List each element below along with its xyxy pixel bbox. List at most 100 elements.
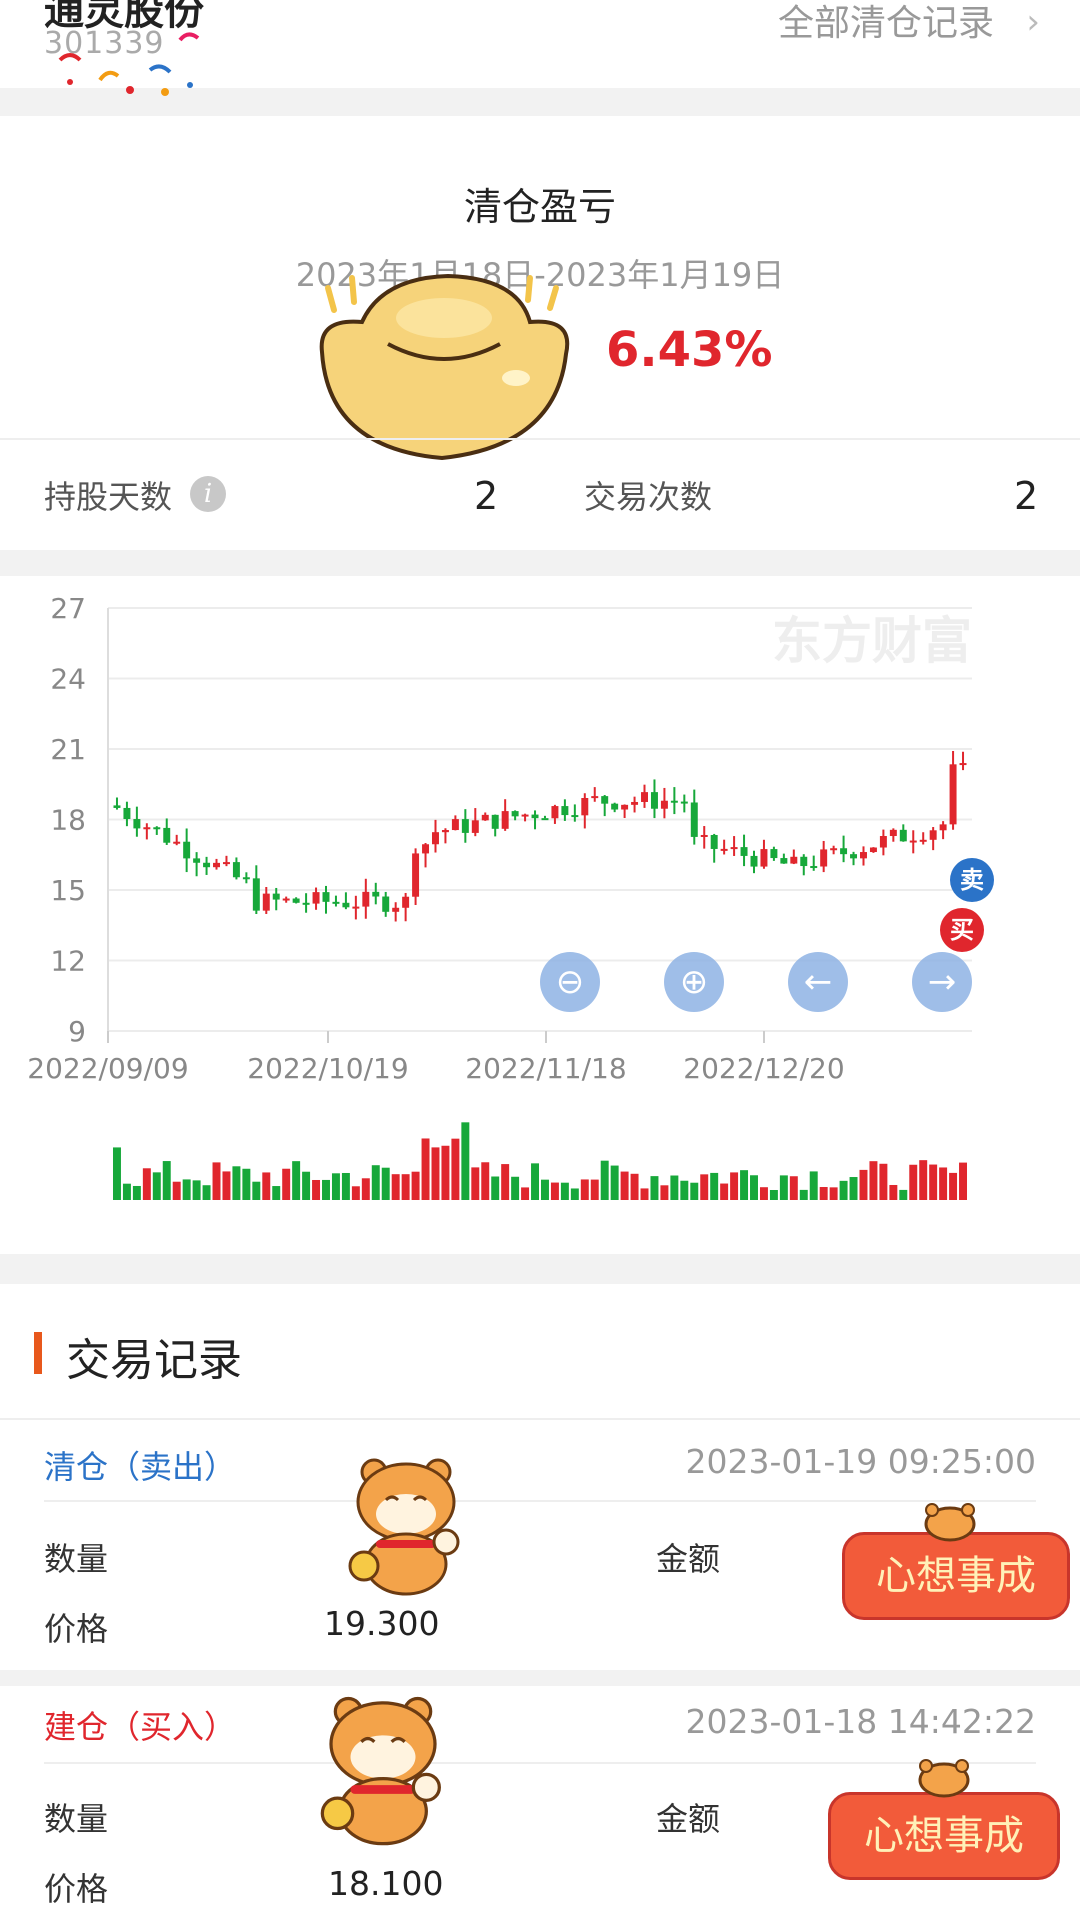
candle-body	[422, 844, 430, 854]
header-bar: 通灵股份 301339 全部清仓记录 ›	[0, 0, 1080, 96]
candle-body	[412, 853, 420, 897]
candle-body	[939, 824, 947, 831]
candle-body	[222, 862, 230, 865]
candle-body	[680, 801, 688, 804]
zoom-in-icon[interactable]: ⊕	[664, 952, 724, 1012]
candle-body	[879, 836, 887, 848]
candle-body	[601, 796, 609, 804]
volume-bar	[909, 1164, 918, 1200]
volume-bar	[799, 1189, 808, 1200]
volume-bar	[142, 1168, 151, 1200]
kline-chart[interactable]: 东方财富 2724211815129 2022/09/09 2022/10/19 2…	[0, 576, 1080, 1254]
volume-bar	[381, 1167, 390, 1200]
candle-body	[392, 907, 400, 912]
volume-bar	[202, 1185, 211, 1200]
volume-bar	[451, 1138, 460, 1200]
candle-body	[252, 878, 260, 911]
tiger-head-icon	[920, 1502, 980, 1546]
y-tick-label: 15	[50, 874, 86, 907]
quantity-label: 数量	[44, 1540, 109, 1578]
record-time: 2023-01-18 14:42:22	[685, 1702, 1036, 1741]
lucky-tiger-sticker	[346, 1456, 466, 1600]
volume-bar	[192, 1180, 201, 1200]
candle-body	[760, 849, 768, 867]
amount-label: 金额	[656, 1800, 721, 1838]
volume-bar	[730, 1172, 739, 1200]
trade-count-label: 交易次数	[584, 478, 713, 516]
candle-body	[959, 763, 967, 766]
volume-bar	[292, 1161, 301, 1200]
candle-body	[432, 832, 439, 845]
candle-body	[173, 841, 181, 844]
buy-marker-badge[interactable]: 买	[940, 908, 984, 952]
volume-bar	[859, 1169, 868, 1200]
volume-bar	[590, 1179, 599, 1200]
candle-body	[730, 847, 738, 850]
volume-bar	[112, 1147, 121, 1200]
candle-body	[830, 848, 838, 851]
candle-body	[800, 856, 808, 867]
volume-bar	[212, 1162, 221, 1200]
profit-percent: 6.43%	[606, 322, 773, 378]
volume-bar	[550, 1182, 559, 1200]
all-records-link[interactable]: 全部清仓记录	[778, 0, 994, 46]
sell-marker-badge[interactable]: 卖	[950, 858, 994, 902]
record-divider	[44, 1500, 1036, 1502]
chevron-right-icon[interactable]: ›	[1026, 2, 1040, 42]
arrow-right-icon[interactable]: →	[912, 952, 972, 1012]
volume-bar	[351, 1186, 360, 1200]
candle-body	[541, 818, 549, 821]
candle-body	[461, 819, 469, 833]
watermark-text: 东方财富	[772, 612, 972, 670]
volume-bar	[471, 1167, 480, 1200]
volume-bar	[650, 1176, 659, 1200]
candle-body	[123, 807, 131, 820]
volume-bar	[889, 1184, 898, 1200]
volume-bar	[401, 1174, 410, 1200]
volume-bar	[779, 1175, 788, 1200]
volume-bar	[640, 1188, 649, 1200]
candle-body	[402, 896, 410, 908]
volume-bar	[690, 1182, 699, 1200]
candle-body	[232, 862, 240, 878]
candle-body	[213, 862, 220, 868]
candle-body	[113, 805, 121, 808]
volume-bar	[869, 1161, 878, 1200]
tiger-head-icon	[914, 1758, 974, 1802]
hold-days-value: 2	[474, 474, 499, 518]
record-type: 建仓（买入）	[44, 1708, 237, 1746]
candle-body	[521, 814, 529, 817]
candle-body	[780, 858, 788, 864]
good-luck-banner: 心想事成	[828, 1792, 1060, 1880]
x-axis-labels: 2022/09/09 2022/10/19 2022/11/18 2022/12/20	[27, 1052, 844, 1085]
volume-bar	[371, 1165, 380, 1200]
zoom-out-icon[interactable]: ⊖	[540, 952, 600, 1012]
candle-body	[571, 815, 579, 818]
candle-body	[242, 877, 250, 880]
hold-days-label: 持股天数	[44, 478, 173, 516]
volume-bar	[759, 1187, 768, 1200]
candle-body	[660, 800, 668, 809]
volume-bar	[929, 1164, 938, 1200]
volume-bar	[959, 1162, 968, 1200]
candle-body	[282, 898, 290, 901]
volume-bar	[570, 1188, 579, 1200]
candle-body	[451, 819, 459, 831]
volume-bar	[819, 1187, 828, 1200]
y-tick-label: 21	[50, 733, 86, 766]
volume-bar	[660, 1185, 669, 1200]
info-icon[interactable]: i	[190, 476, 226, 512]
volume-bar	[720, 1183, 729, 1200]
volume-bar	[849, 1177, 858, 1200]
volume-bar	[630, 1173, 639, 1200]
candle-body	[272, 893, 280, 900]
candle-body	[133, 819, 141, 829]
arrow-left-icon[interactable]: ←	[788, 952, 848, 1012]
candle-body	[631, 801, 639, 805]
volume-bar	[262, 1172, 271, 1200]
candle-body	[143, 827, 151, 830]
price-value: 18.100	[328, 1864, 444, 1903]
volume-bar	[710, 1172, 719, 1200]
volume-bar	[252, 1181, 261, 1200]
volume-bar	[461, 1122, 470, 1200]
